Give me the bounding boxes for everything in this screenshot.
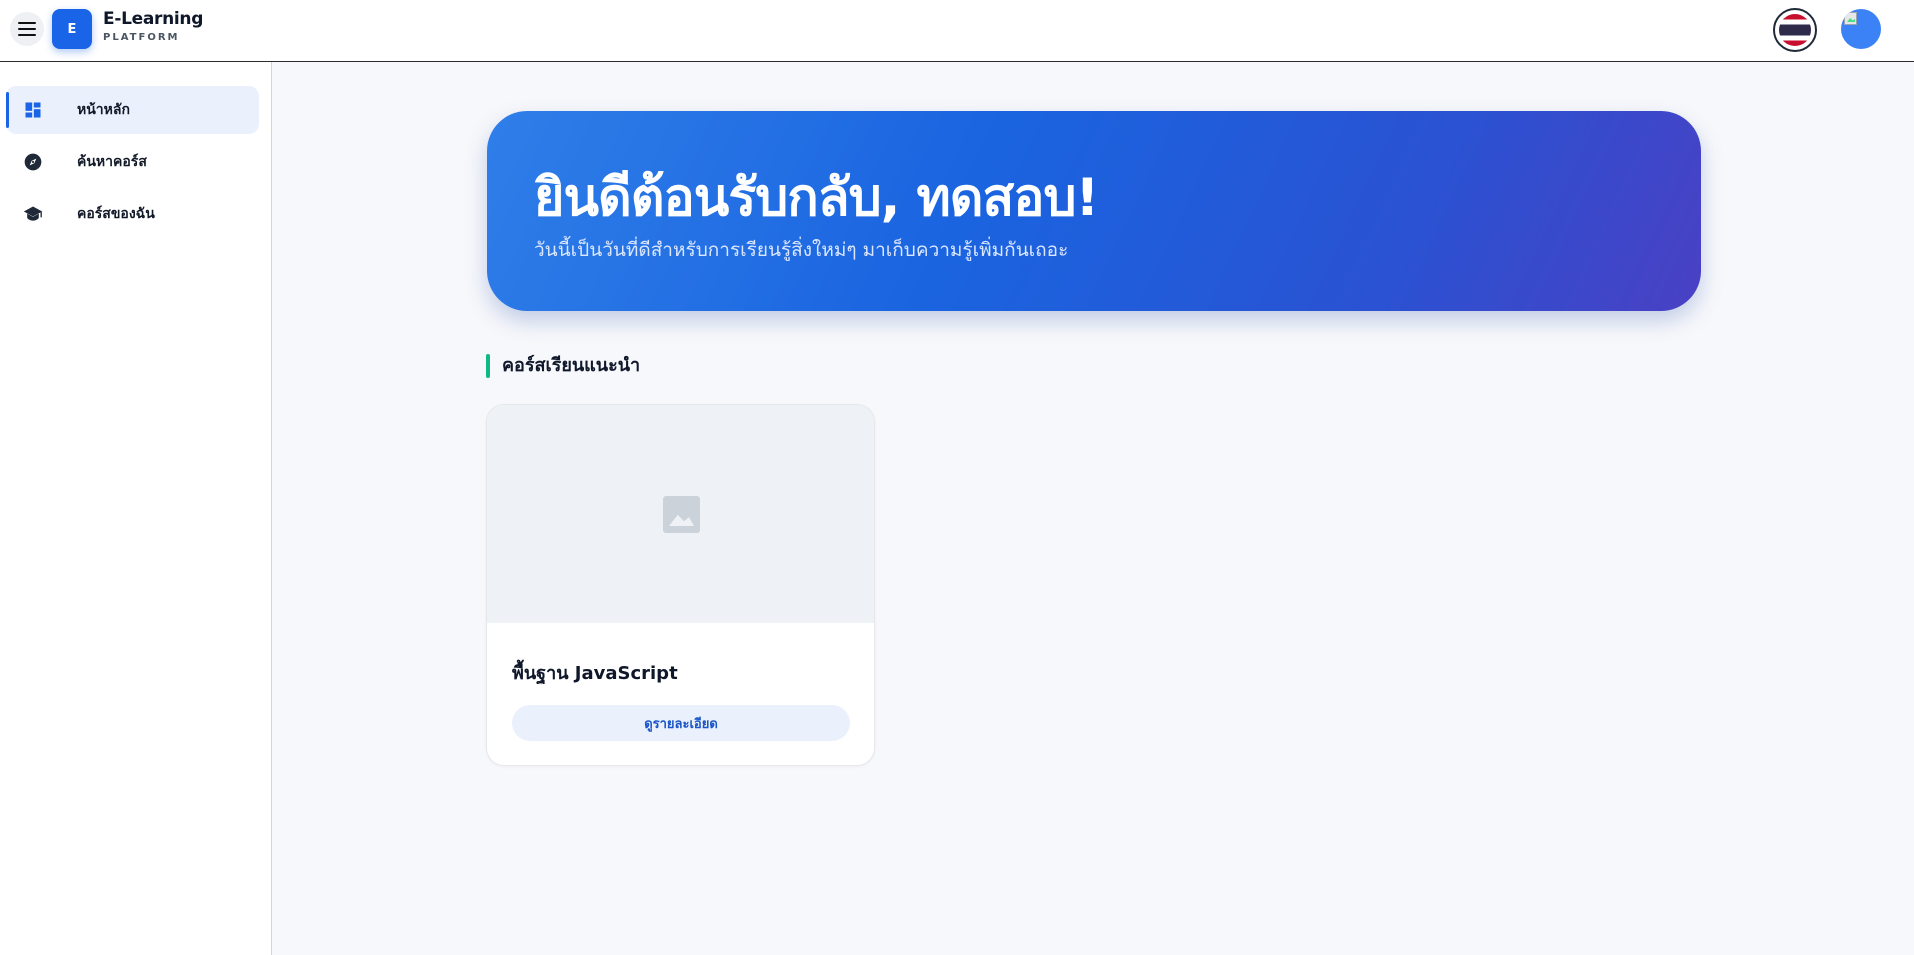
brand[interactable]: E-Learning PLATFORM (103, 11, 203, 43)
compass-icon (24, 153, 42, 171)
course-thumbnail (487, 405, 874, 623)
logo-icon[interactable]: E (52, 9, 92, 49)
top-bar: E E-Learning PLATFORM (0, 0, 1914, 62)
hamburger-menu-icon[interactable] (10, 12, 44, 46)
sidebar-item-label: คอร์สของฉัน (77, 206, 155, 222)
course-title: พื้นฐาน JavaScript (512, 663, 678, 684)
image-placeholder-icon (663, 496, 700, 533)
welcome-subtitle: วันนี้เป็นวันที่ดีสำหรับการเรียนรู้สิ่งใ… (534, 239, 1069, 261)
logo-letter: E (67, 21, 77, 37)
brand-name: E-Learning (103, 9, 204, 29)
sidebar-item-my-courses[interactable]: คอร์สของฉัน (6, 190, 259, 238)
welcome-title: ยินดีต้อนรับกลับ, ทดสอบ! (534, 168, 1099, 228)
course-card[interactable]: พื้นฐาน JavaScript ดูรายละเอียด (486, 404, 875, 766)
view-details-button[interactable]: ดูรายละเอียด (512, 705, 850, 741)
section-title-recommended: คอร์สเรียนแนะนำ (486, 354, 640, 378)
thailand-flag-icon (1779, 14, 1811, 46)
broken-image-icon (1844, 12, 1857, 25)
user-avatar[interactable] (1841, 9, 1881, 49)
welcome-banner: ยินดีต้อนรับกลับ, ทดสอบ! วันนี้เป็นวันที… (487, 111, 1701, 311)
sidebar-item-label: หน้าหลัก (77, 102, 130, 118)
sidebar-item-label: ค้นหาคอร์ส (77, 154, 147, 170)
dashboard-icon (25, 102, 41, 118)
sidebar-item-home[interactable]: หน้าหลัก (6, 86, 259, 134)
sidebar: หน้าหลัก ค้นหาคอร์ส คอร์สของฉัน (0, 62, 272, 955)
language-switcher-button[interactable] (1773, 8, 1817, 52)
sidebar-item-search-courses[interactable]: ค้นหาคอร์ส (6, 138, 259, 186)
graduation-cap-icon (23, 206, 43, 221)
brand-subtitle: PLATFORM (103, 32, 180, 43)
